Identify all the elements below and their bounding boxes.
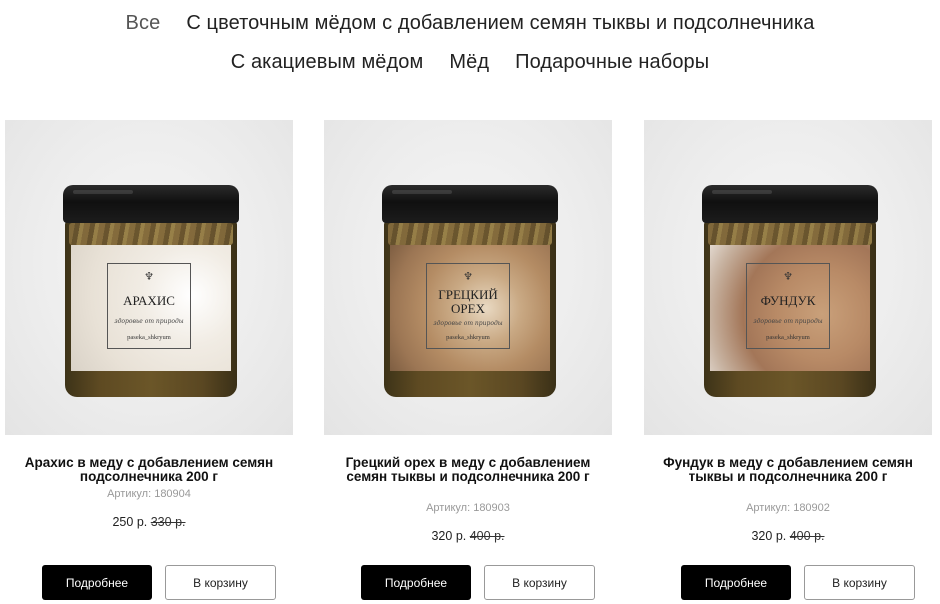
honey-jar-image: ♆ ГРЕЦКИЙ ОРЕХ здоровье от природы pasek… bbox=[382, 185, 558, 400]
price-row: 320 р. 400 р. bbox=[644, 529, 932, 543]
product-title[interactable]: Арахис в меду с добавлением семян подсол… bbox=[15, 456, 283, 484]
jar-label: ♆ АРАХИС здоровье от природы paseka_shkr… bbox=[71, 245, 231, 371]
label-frame: ♆ ГРЕЦКИЙ ОРЕХ здоровье от природы pasek… bbox=[426, 263, 510, 349]
label-instagram: paseka_shkryum bbox=[127, 334, 171, 341]
old-price: 400 р. bbox=[789, 529, 825, 543]
tab-acacia-honey[interactable]: С акациевым мёдом bbox=[231, 49, 424, 75]
jar-label: ♆ ФУНДУК здоровье от природы paseka_shkr… bbox=[710, 245, 870, 371]
details-button[interactable]: Подробнее bbox=[681, 565, 791, 600]
tab-flower-honey-seeds[interactable]: С цветочным мёдом с добавлением семян ты… bbox=[186, 10, 814, 36]
honey-jar-image: ♆ ФУНДУК здоровье от природы paseka_shkr… bbox=[702, 185, 878, 400]
product-image[interactable]: ♆ ГРЕЦКИЙ ОРЕХ здоровье от природы pasek… bbox=[324, 120, 612, 435]
label-slogan: здоровье от природы bbox=[114, 318, 184, 325]
category-tabs: Все С цветочным мёдом с добавлением семя… bbox=[0, 0, 940, 75]
product-title[interactable]: Фундук в меду с добавлением семян тыквы … bbox=[654, 456, 922, 484]
details-button[interactable]: Подробнее bbox=[42, 565, 152, 600]
tab-gift-sets[interactable]: Подарочные наборы bbox=[515, 49, 709, 75]
jar-label: ♆ ГРЕЦКИЙ ОРЕХ здоровье от природы pasek… bbox=[390, 245, 550, 371]
current-price: 320 р. bbox=[431, 529, 467, 543]
product-sku: Артикул: 180903 bbox=[426, 502, 510, 514]
label-slogan: здоровье от природы bbox=[753, 318, 823, 325]
current-price: 250 р. bbox=[112, 515, 148, 529]
label-instagram: paseka_shkryum bbox=[446, 334, 490, 341]
price-row: 250 р. 330 р. bbox=[5, 515, 293, 529]
old-price: 330 р. bbox=[150, 515, 186, 529]
honey-jar-image: ♆ АРАХИС здоровье от природы paseka_shkr… bbox=[63, 185, 239, 400]
product-card: ♆ ФУНДУК здоровье от природы paseka_shkr… bbox=[644, 120, 932, 604]
add-to-cart-button[interactable]: В корзину bbox=[804, 565, 915, 600]
bee-logo-icon: ♆ bbox=[463, 270, 473, 283]
label-frame: ♆ ФУНДУК здоровье от природы paseka_shkr… bbox=[746, 263, 830, 349]
product-sku: Артикул: 180904 bbox=[107, 488, 191, 500]
product-card: ♆ ГРЕЦКИЙ ОРЕХ здоровье от природы pasek… bbox=[324, 120, 612, 604]
bee-logo-icon: ♆ bbox=[144, 270, 154, 283]
product-image[interactable]: ♆ ФУНДУК здоровье от природы paseka_shkr… bbox=[644, 120, 932, 435]
label-product-name: ФУНДУК bbox=[760, 293, 816, 308]
old-price: 400 р. bbox=[469, 529, 505, 543]
tab-honey[interactable]: Мёд bbox=[449, 49, 489, 75]
label-instagram: paseka_shkryum bbox=[766, 334, 810, 341]
product-title[interactable]: Грецкий орех в меду с добавлением семян … bbox=[334, 456, 602, 484]
product-image[interactable]: ♆ АРАХИС здоровье от природы paseka_shkr… bbox=[5, 120, 293, 435]
current-price: 320 р. bbox=[751, 529, 787, 543]
bee-logo-icon: ♆ bbox=[783, 270, 793, 283]
product-card: ♆ АРАХИС здоровье от природы paseka_shkr… bbox=[5, 120, 293, 604]
label-frame: ♆ АРАХИС здоровье от природы paseka_shkr… bbox=[107, 263, 191, 349]
label-product-name: АРАХИС bbox=[123, 293, 175, 308]
product-sku: Артикул: 180902 bbox=[746, 502, 830, 514]
label-product-name: ГРЕЦКИЙ ОРЕХ bbox=[438, 287, 498, 316]
details-button[interactable]: Подробнее bbox=[361, 565, 471, 600]
price-row: 320 р. 400 р. bbox=[324, 529, 612, 543]
add-to-cart-button[interactable]: В корзину bbox=[484, 565, 595, 600]
label-slogan: здоровье от природы bbox=[433, 320, 503, 327]
add-to-cart-button[interactable]: В корзину bbox=[165, 565, 276, 600]
tab-all[interactable]: Все bbox=[126, 10, 161, 36]
